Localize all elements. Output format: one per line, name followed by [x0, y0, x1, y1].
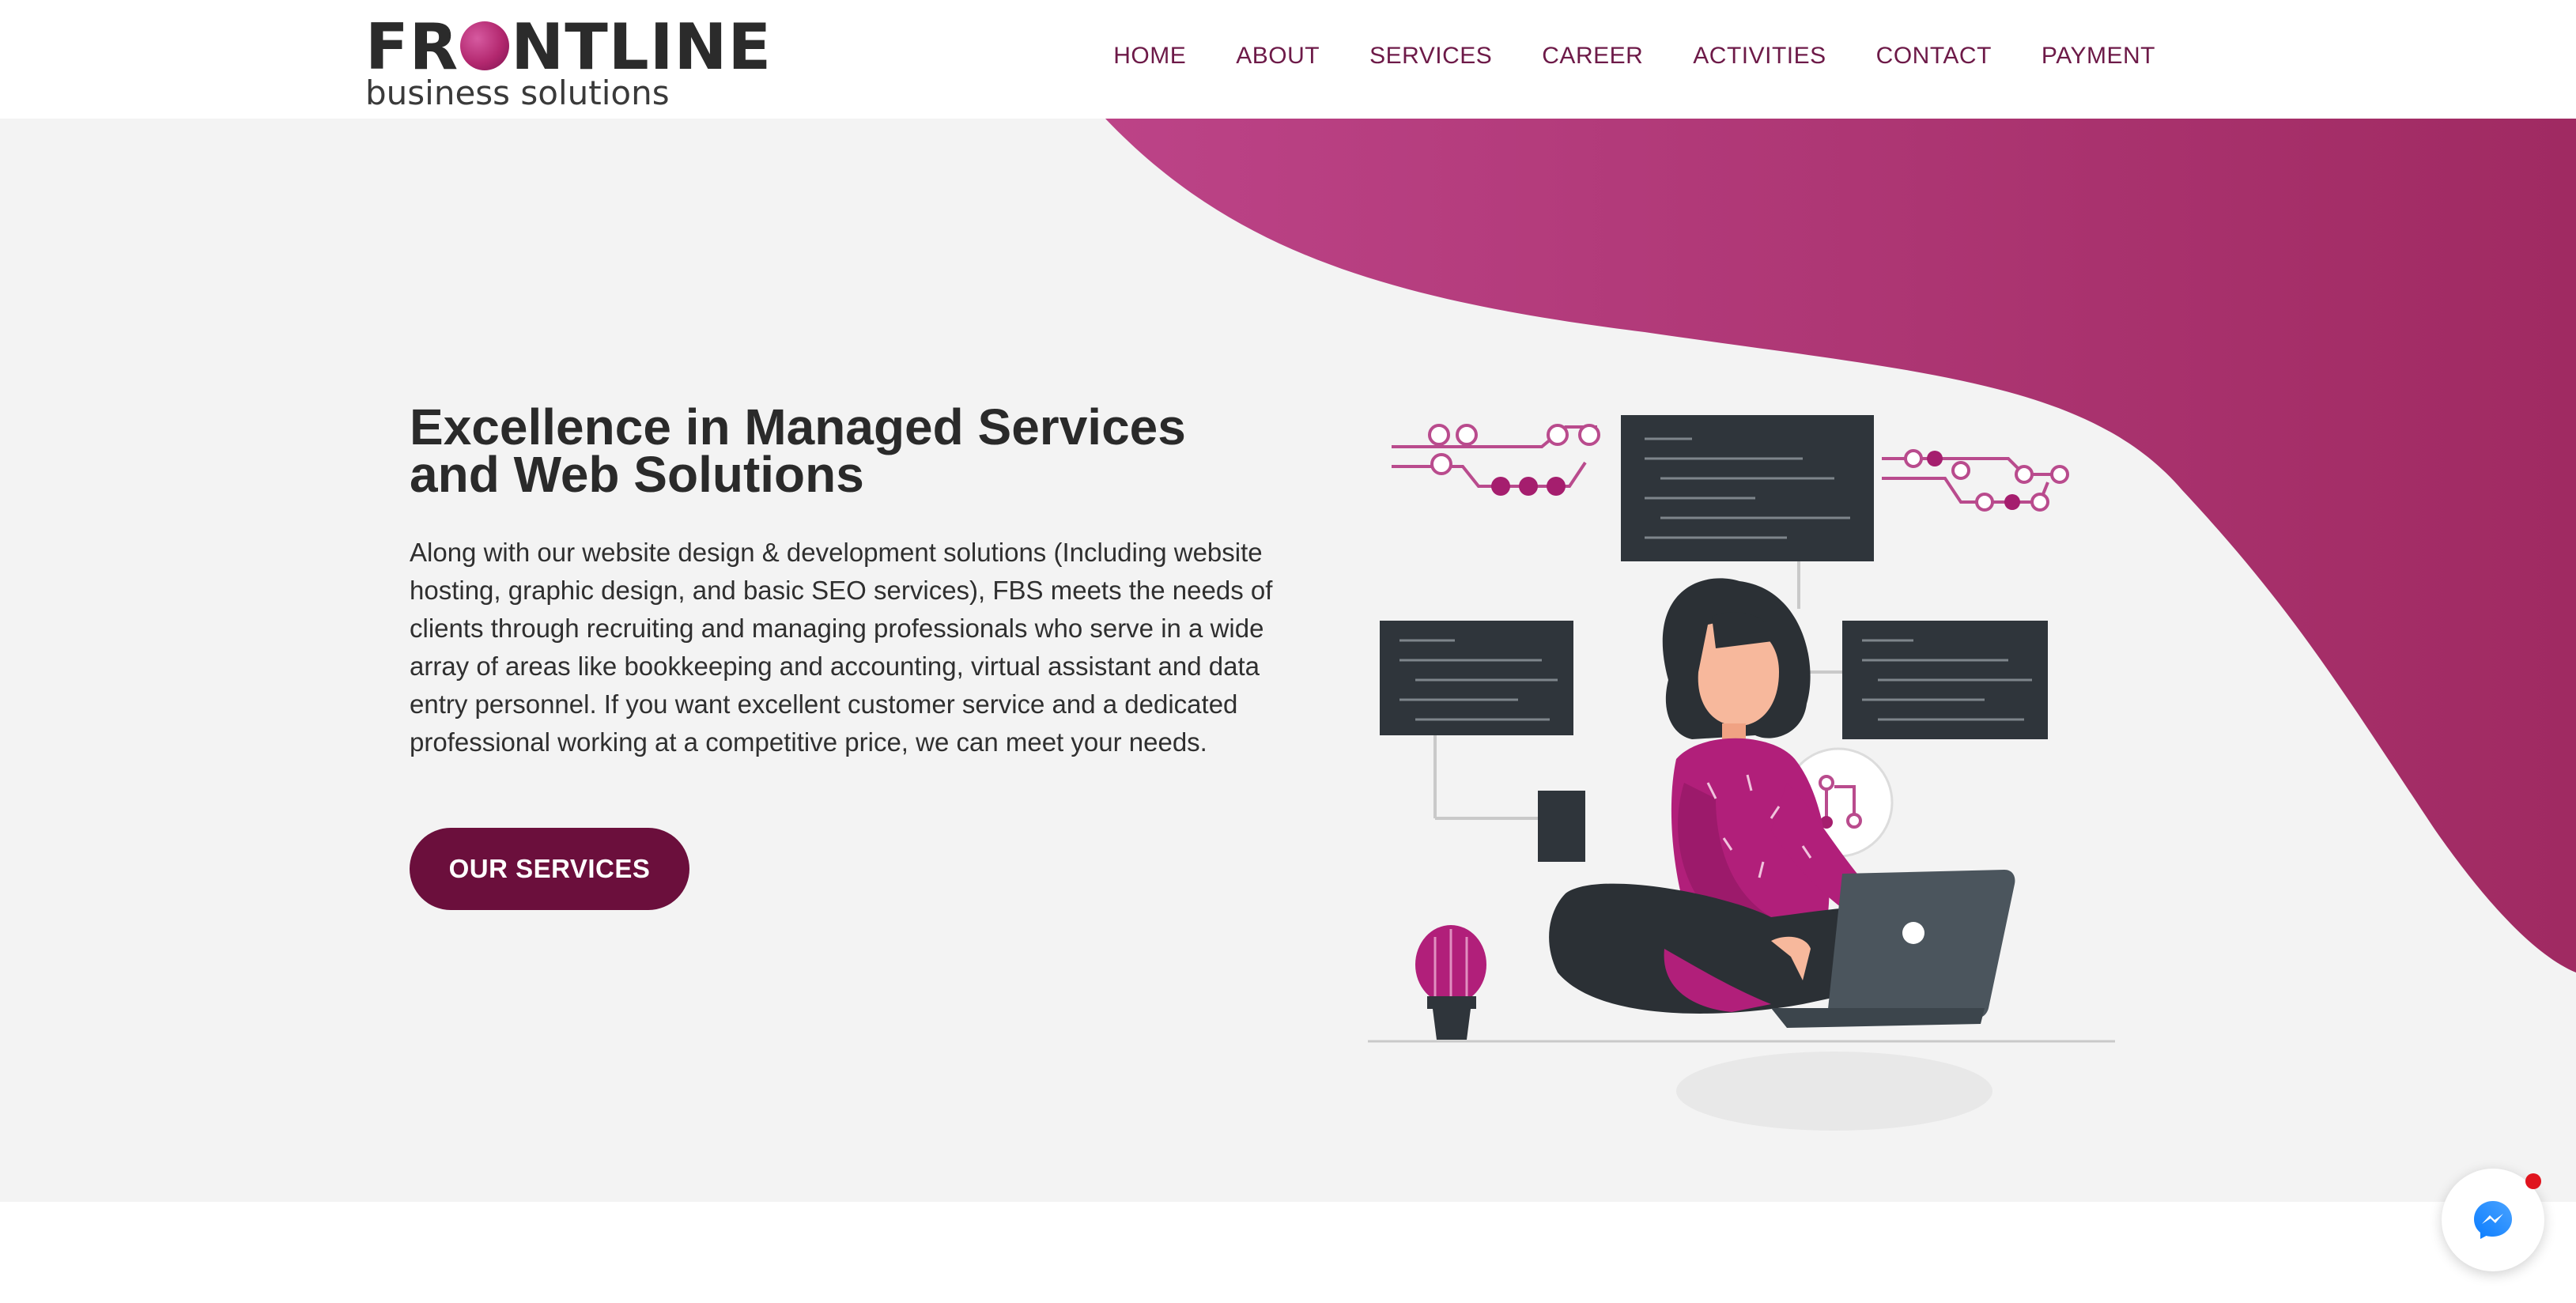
nav-home[interactable]: HOME: [1113, 43, 1186, 70]
hero-wave-background: [1105, 119, 2576, 973]
headline-bold-2: Web Solutions: [513, 446, 864, 503]
hero-headline: Excellence in Managed Services and Web S…: [410, 402, 1358, 500]
nav-activities[interactable]: ACTIVITIES: [1693, 43, 1826, 70]
developer-illustration: [1368, 415, 2115, 1131]
code-window-top: [1621, 415, 1874, 561]
nav-career[interactable]: CAREER: [1542, 43, 1643, 70]
messenger-icon: [2474, 1201, 2512, 1239]
hero-description: Along with our website design & developm…: [410, 538, 1273, 757]
globe-icon: [460, 21, 510, 70]
our-services-button[interactable]: OUR SERVICES: [410, 828, 689, 910]
headline-regular-2: and: [410, 446, 514, 503]
code-window-left: [1380, 621, 1573, 735]
messenger-chat-button[interactable]: [2442, 1169, 2544, 1271]
notification-dot: [2525, 1173, 2541, 1189]
nav-services[interactable]: SERVICES: [1369, 43, 1492, 70]
logo-wordmark: FR NTLINE: [365, 14, 772, 81]
nav-payment[interactable]: PAYMENT: [2042, 43, 2155, 70]
main-nav: HOME ABOUT SERVICES CAREER ACTIVITIES CO…: [1063, 43, 2155, 70]
nav-contact[interactable]: CONTACT: [1876, 43, 1992, 70]
code-window-right: [1842, 621, 2048, 739]
nav-about[interactable]: ABOUT: [1236, 43, 1320, 70]
frontline-logo[interactable]: FR NTLINE business solutions: [365, 14, 771, 111]
cactus-plant: [1415, 925, 1486, 1040]
hero-section: Excellence in Managed Services and Web S…: [0, 119, 2576, 1202]
logo-tagline: business solutions: [365, 74, 670, 112]
site-header: FR NTLINE business solutions HOME ABOUT S…: [0, 0, 2576, 119]
